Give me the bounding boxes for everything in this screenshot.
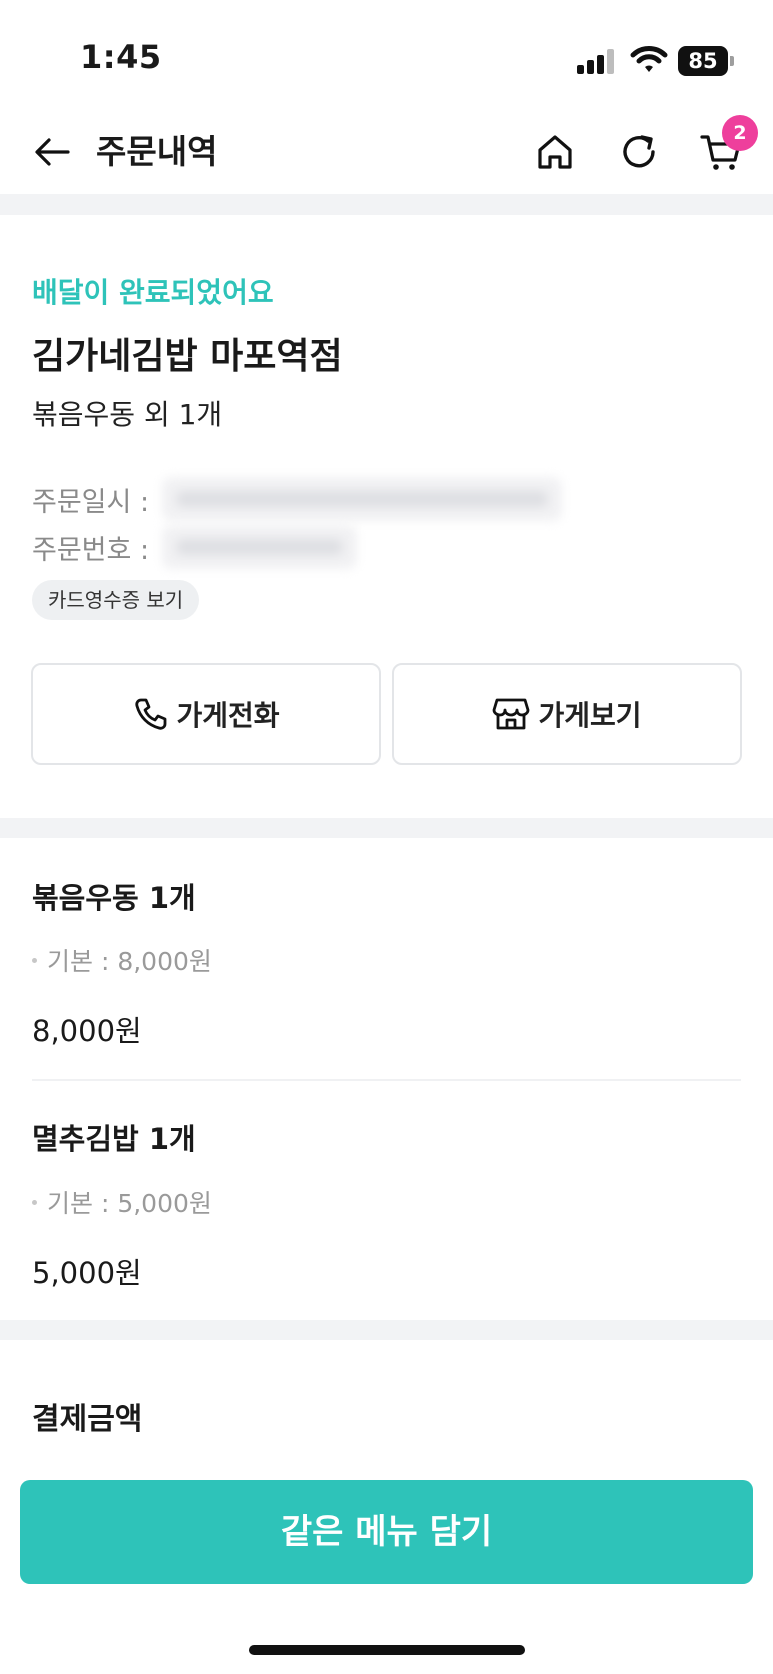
battery-tip (730, 56, 734, 66)
section-divider (0, 1320, 773, 1340)
order-number-label: 주문번호 : (32, 535, 150, 566)
section-divider (0, 194, 773, 215)
item-option-text: 기본 : 5,000원 (47, 1189, 212, 1218)
arrow-left-icon (35, 138, 70, 166)
home-icon (538, 135, 572, 169)
back-button[interactable] (28, 128, 76, 176)
delivery-status: 배달이 완료되었어요 (32, 276, 274, 309)
item-price: 5,000원 (32, 1256, 142, 1290)
page-title: 주문내역 (96, 132, 218, 171)
wifi-icon (630, 44, 668, 74)
cellular-signal-icon (577, 48, 617, 74)
bullet-icon (32, 1199, 37, 1205)
item-name: 멸추김밥 1개 (32, 1122, 196, 1156)
item-price: 8,000원 (32, 1014, 142, 1048)
phone-icon (135, 698, 167, 730)
bullet-icon (32, 957, 37, 963)
top-navbar: 주문내역 (0, 110, 773, 194)
item-option-text: 기본 : 8,000원 (47, 947, 212, 976)
card-receipt-button[interactable]: 카드영수증 보기 (32, 580, 200, 620)
order-date-label: 주문일시 : (32, 487, 150, 518)
add-same-menu-button[interactable]: 같은 메뉴 담기 (20, 1480, 753, 1584)
view-store-label: 가게보기 (538, 699, 642, 732)
call-store-button[interactable]: 가게전화 (31, 663, 381, 765)
item-option: 기본 : 8,000원 (32, 942, 212, 978)
item-name: 볶음우동 1개 (32, 881, 196, 915)
view-store-button[interactable]: 가게보기 (392, 663, 742, 765)
order-date-value-redacted (162, 477, 562, 521)
store-icon (493, 698, 530, 730)
status-time: 1:45 (80, 38, 162, 76)
call-store-label: 가게전화 (176, 699, 280, 732)
home-button[interactable] (531, 128, 579, 176)
store-name: 김가네김밥 마포역점 (32, 336, 343, 377)
status-bar: 1:45 85 (0, 0, 773, 110)
refresh-button[interactable] (615, 128, 663, 176)
refresh-icon (623, 135, 655, 168)
menu-summary: 볶음우동 외 1개 (32, 398, 223, 431)
order-detail-screen: 1:45 85 주문내역 2 배달이 완료되었어요 김가네김밥 마포역점 볶음우… (0, 0, 773, 1674)
home-indicator (249, 1645, 525, 1655)
battery-level: 85 (678, 46, 728, 76)
order-number-value-redacted (162, 525, 357, 569)
section-divider (0, 818, 773, 838)
payment-amount-title: 결제금액 (32, 1402, 143, 1437)
item-divider (32, 1079, 741, 1081)
cart-count-badge: 2 (722, 115, 758, 151)
battery-indicator: 85 (678, 46, 734, 76)
item-option: 기본 : 5,000원 (32, 1184, 212, 1220)
